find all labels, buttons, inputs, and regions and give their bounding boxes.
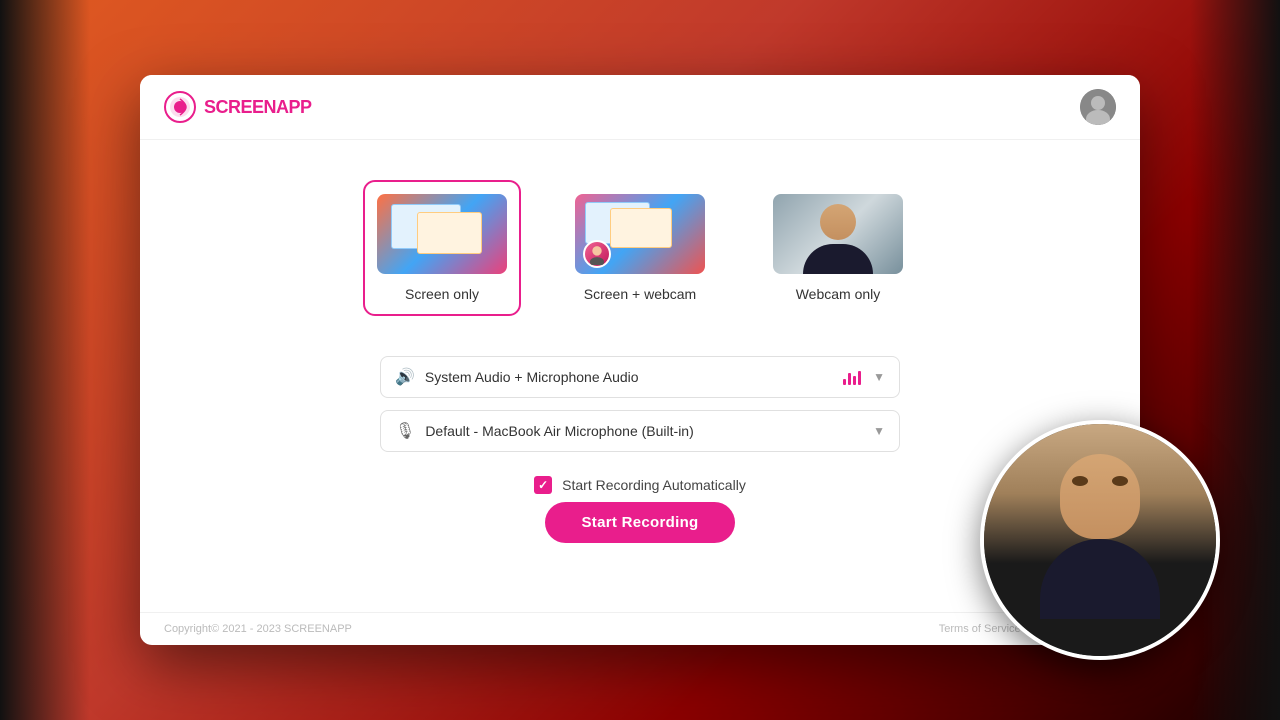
webcam-face [820,204,856,240]
checkmark-icon: ✓ [538,478,548,492]
thumb-sw-cam [583,240,611,268]
system-audio-select[interactable]: 🔊 System Audio + Microphone Audio ▼ [380,356,900,398]
webcam-face-circle [1060,454,1140,539]
thumb-screen-only [377,194,507,274]
thumb-screen-webcam [575,194,705,274]
thumb-art-webcam [773,194,903,274]
user-avatar[interactable] [1080,89,1116,125]
thumb-art-sw [575,194,705,274]
webcam-person [984,424,1216,656]
thumb-art [377,194,507,274]
logo: SCREENAPP [164,91,312,123]
chevron-down-icon-2: ▼ [873,424,885,438]
bar-2 [848,373,851,385]
webcam-body-shape [1040,539,1160,619]
webcam-overlay [980,420,1220,660]
system-audio-label: System Audio + Microphone Audio [425,369,843,385]
header: SCREENAPP [140,75,1140,140]
audio-icon: 🔊 [395,367,415,387]
mode-cards-container: Screen only Sc [363,180,917,316]
auto-record-checkbox[interactable]: ✓ [534,476,552,494]
audio-controls: 🔊 System Audio + Microphone Audio ▼ 🎙 De… [380,356,900,452]
thumb-window-2 [417,212,482,254]
microphone-select[interactable]: 🎙 Default - MacBook Air Microphone (Buil… [380,410,900,452]
footer: Copyright© 2021 - 2023 SCREENAPP Terms o… [140,612,1140,645]
mode-label-screen-webcam: Screen + webcam [584,286,696,302]
mode-card-webcam-only[interactable]: Webcam only [759,180,917,316]
auto-record-row: ✓ Start Recording Automatically [534,476,746,494]
bar-4 [858,371,861,385]
bar-1 [843,379,846,385]
logo-text: SCREENAPP [204,97,312,118]
mode-card-screen-webcam[interactable]: Screen + webcam [561,180,719,316]
bar-3 [853,376,856,385]
mic-icon: 🎙 [395,421,415,441]
logo-icon [164,91,196,123]
mode-card-screen-only[interactable]: Screen only [363,180,521,316]
microphone-label: Default - MacBook Air Microphone (Built-… [425,423,873,439]
webcam-body [803,244,873,274]
auto-record-label: Start Recording Automatically [562,477,746,493]
logo-app: APP [276,97,312,117]
mode-label-screen-only: Screen only [405,286,479,302]
audio-level-bars [843,369,861,385]
mode-label-webcam-only: Webcam only [796,286,881,302]
avatar-icon [1080,89,1116,125]
logo-screen: SCREEN [204,97,276,117]
thumb-sw-w2 [610,208,672,248]
thumb-webcam-only [773,194,903,274]
start-recording-button[interactable]: Start Recording [545,502,734,543]
chevron-down-icon: ▼ [873,370,885,384]
copyright-text: Copyright© 2021 - 2023 SCREENAPP [164,623,352,635]
terms-of-service-link[interactable]: Terms of Service [939,623,1021,635]
